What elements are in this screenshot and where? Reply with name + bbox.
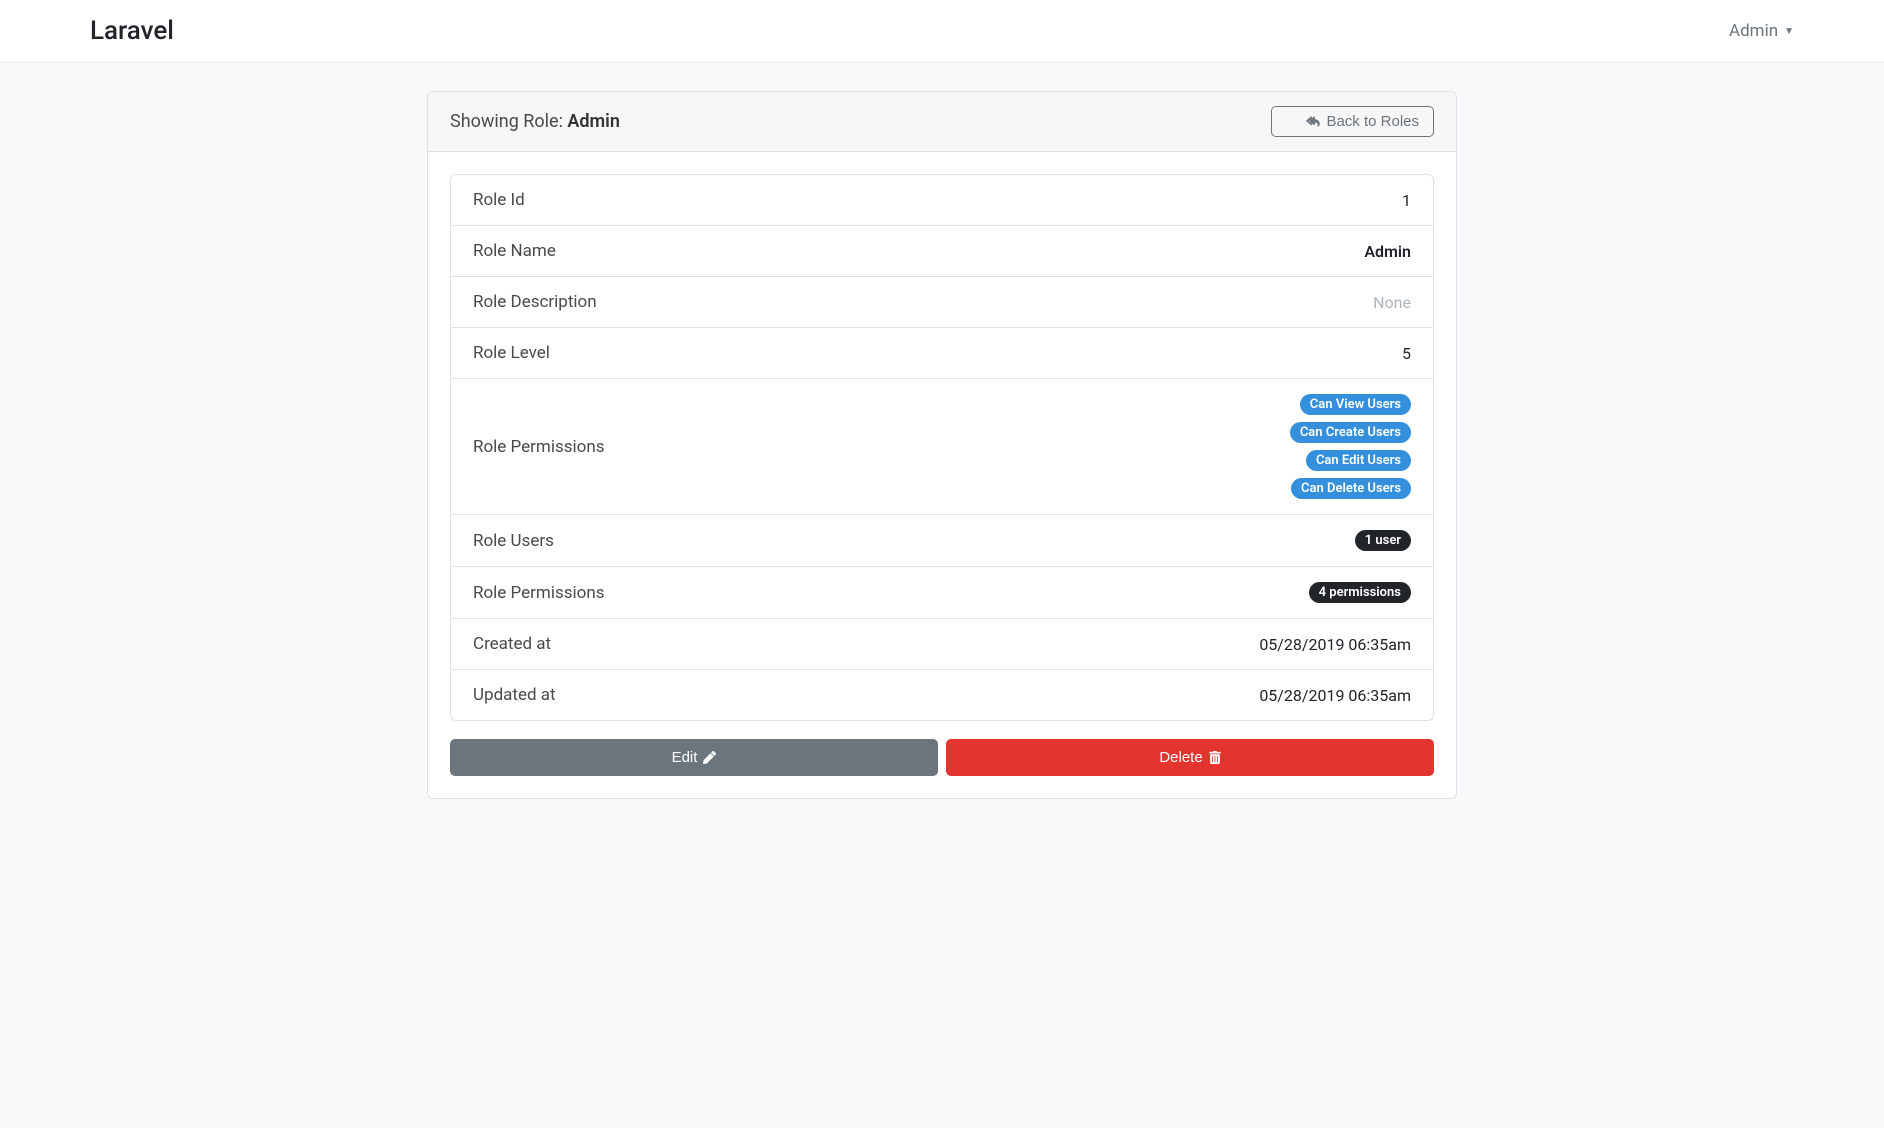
value-updated: 05/28/2019 06:35am bbox=[1259, 686, 1411, 705]
pencil-icon bbox=[703, 751, 716, 764]
value-role-name: Admin bbox=[1364, 242, 1411, 261]
details-list: Role Id 1 Role Name Admin Role Descripti… bbox=[450, 174, 1434, 721]
back-to-roles-button[interactable]: Back to Roles bbox=[1271, 106, 1434, 137]
row-updated-at: Updated at 05/28/2019 06:35am bbox=[451, 670, 1433, 720]
row-role-id: Role Id 1 bbox=[451, 175, 1433, 226]
value-role-id: 1 bbox=[1402, 191, 1411, 210]
row-created-at: Created at 05/28/2019 06:35am bbox=[451, 619, 1433, 670]
label-role-level: Role Level bbox=[473, 343, 550, 363]
title-prefix: Showing Role: bbox=[450, 111, 567, 132]
label-role-perm: Role Permissions bbox=[473, 437, 605, 457]
value-created: 05/28/2019 06:35am bbox=[1259, 635, 1411, 654]
row-role-permissions: Role Permissions Can View Users Can Crea… bbox=[451, 379, 1433, 515]
perm-badge: Can Delete Users bbox=[1291, 478, 1411, 499]
value-role-level: 5 bbox=[1402, 344, 1411, 363]
label-role-id: Role Id bbox=[473, 190, 525, 210]
delete-label: Delete bbox=[1159, 749, 1202, 766]
label-role-users: Role Users bbox=[473, 531, 554, 551]
label-created: Created at bbox=[473, 634, 551, 654]
back-label: Back to Roles bbox=[1326, 113, 1419, 130]
value-role-desc: None bbox=[1373, 293, 1411, 312]
row-role-name: Role Name Admin bbox=[451, 226, 1433, 277]
reply-icon bbox=[1286, 115, 1300, 129]
brand-link[interactable]: Laravel bbox=[90, 16, 174, 46]
card-body: Role Id 1 Role Name Admin Role Descripti… bbox=[428, 152, 1456, 798]
reply-all-icon bbox=[1306, 116, 1320, 128]
page-title: Showing Role: Admin bbox=[450, 111, 620, 132]
action-buttons: Edit Delete bbox=[450, 739, 1434, 776]
label-updated: Updated at bbox=[473, 685, 556, 705]
row-role-perm-count: Role Permissions 4 permissions bbox=[451, 567, 1433, 619]
label-role-desc: Role Description bbox=[473, 292, 597, 312]
label-role-name: Role Name bbox=[473, 241, 556, 261]
navbar: Laravel Admin ▼ bbox=[0, 0, 1884, 63]
user-dropdown[interactable]: Admin ▼ bbox=[1729, 21, 1794, 41]
perm-badge: Can View Users bbox=[1300, 394, 1411, 415]
perm-badge: Can Edit Users bbox=[1306, 450, 1411, 471]
row-role-users: Role Users 1 user bbox=[451, 515, 1433, 567]
user-name: Admin bbox=[1729, 21, 1778, 41]
delete-button[interactable]: Delete bbox=[946, 739, 1434, 776]
role-card: Showing Role: Admin Back to Roles Role I… bbox=[427, 91, 1457, 799]
trash-icon bbox=[1209, 751, 1221, 764]
row-role-level: Role Level 5 bbox=[451, 328, 1433, 379]
value-role-users: 1 user bbox=[1355, 530, 1411, 551]
perm-badge: Can Create Users bbox=[1290, 422, 1411, 443]
card-header: Showing Role: Admin Back to Roles bbox=[428, 92, 1456, 152]
edit-label: Edit bbox=[672, 749, 698, 766]
main-container: Showing Role: Admin Back to Roles Role I… bbox=[427, 91, 1457, 799]
perm-badges: Can View Users Can Create Users Can Edit… bbox=[1290, 394, 1411, 499]
value-perm-count: 4 permissions bbox=[1309, 582, 1411, 603]
edit-button[interactable]: Edit bbox=[450, 739, 938, 776]
row-role-description: Role Description None bbox=[451, 277, 1433, 328]
title-role: Admin bbox=[567, 111, 620, 132]
caret-down-icon: ▼ bbox=[1784, 26, 1794, 37]
label-perm-count: Role Permissions bbox=[473, 583, 605, 603]
